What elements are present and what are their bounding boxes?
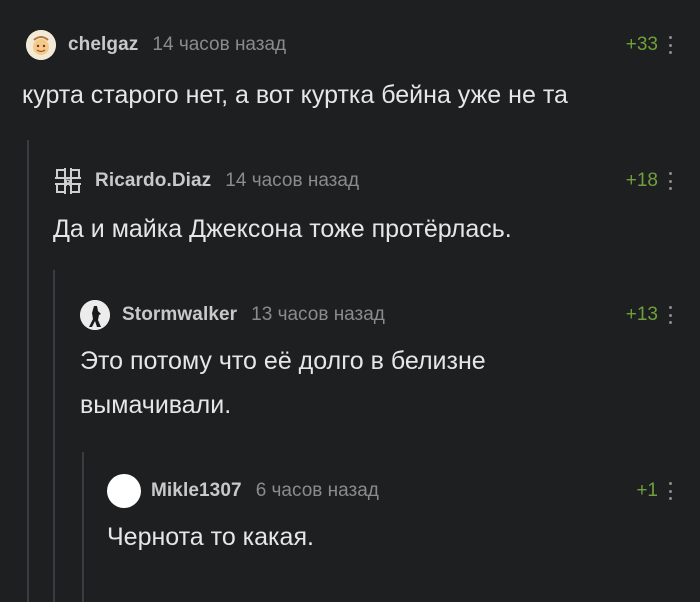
svg-text:R: R	[65, 179, 72, 189]
emoji-face-avatar[interactable]	[26, 30, 56, 60]
comment-stormwalker: Stormwalker 13 часов назад +13 Это потом…	[80, 300, 700, 430]
comment-header: R Ricardo.Diaz 14 часов назад +18	[53, 166, 700, 196]
comment-text-line-1: Это потому что её долго в белизне	[80, 347, 486, 375]
thread-line-level-1	[27, 140, 29, 602]
silhouette-avatar[interactable]	[80, 300, 110, 330]
comment-text: курта старого нет, а вот куртка бейна уж…	[22, 81, 568, 109]
thread-line-level-3	[82, 452, 84, 602]
more-options-icon[interactable]	[668, 172, 672, 190]
rating-badge: +1	[636, 480, 658, 501]
rammstein-logo-avatar[interactable]: R	[53, 166, 83, 196]
username[interactable]: Ricardo.Diaz	[95, 170, 211, 192]
comment-header: Stormwalker 13 часов назад +13	[80, 300, 700, 330]
username[interactable]: Stormwalker	[122, 304, 237, 326]
comment-chelgaz: chelgaz 14 часов назад +33 курта старого…	[22, 30, 700, 120]
username[interactable]: Mikle1307	[151, 480, 242, 502]
rating-badge: +33	[625, 34, 658, 55]
comment-text: Да и майка Джексона тоже протёрлась.	[53, 215, 512, 243]
timestamp: 14 часов назад	[225, 170, 360, 191]
rating-badge: +18	[625, 170, 658, 191]
thread-line-level-2	[53, 270, 55, 602]
comment-mikle1307: Mikle1307 6 часов назад +1 Чернота то ка…	[107, 474, 700, 566]
comment-ricardo-diaz: R Ricardo.Diaz 14 часов назад +18 Да и м…	[53, 166, 700, 256]
timestamp: 6 часов назад	[255, 480, 379, 501]
timestamp: 14 часов назад	[152, 34, 287, 55]
comment-header: chelgaz 14 часов назад +33	[26, 30, 700, 60]
comment-header: Mikle1307 6 часов назад +1	[107, 474, 700, 508]
timestamp: 13 часов назад	[251, 304, 385, 325]
comment-text: Чернота то какая.	[107, 523, 314, 551]
rating-badge: +13	[625, 304, 658, 325]
more-options-icon[interactable]	[668, 306, 672, 324]
username[interactable]: chelgaz	[68, 34, 138, 56]
comment-text-line-2: вымачивали.	[80, 391, 232, 419]
more-options-icon[interactable]	[668, 482, 672, 500]
blank-white-avatar[interactable]	[107, 474, 141, 508]
more-options-icon[interactable]	[668, 36, 672, 54]
